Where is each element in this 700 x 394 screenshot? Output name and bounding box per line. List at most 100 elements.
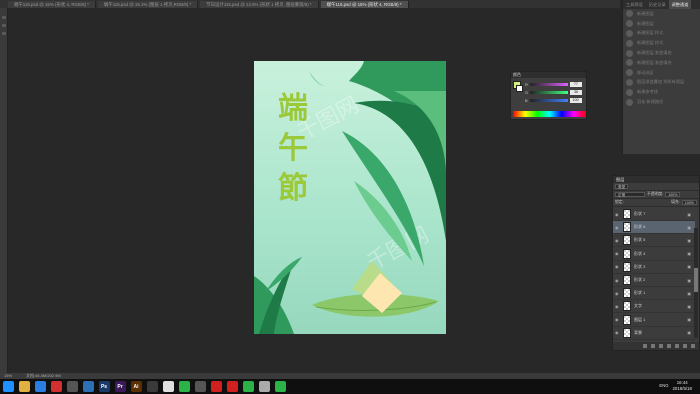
mask-icon[interactable] bbox=[659, 344, 663, 348]
layer-row[interactable]: ◉ 形状 6 ▣ bbox=[613, 221, 695, 235]
app7-icon[interactable] bbox=[274, 381, 286, 392]
app6-icon[interactable] bbox=[258, 381, 270, 392]
document-tab[interactable]: 节日设计115.psd @ 12.5% (形状 1 拷贝, 图层蒙版/8) * bbox=[200, 1, 319, 8]
history-item[interactable]: 羽化 新建路径 bbox=[623, 97, 700, 107]
lock-icon: ▣ bbox=[687, 251, 691, 257]
color-slider-r[interactable]: R 77 bbox=[525, 82, 582, 87]
history-item[interactable]: 移动选区 bbox=[623, 68, 700, 78]
color-spectrum[interactable] bbox=[513, 111, 586, 117]
opacity-input[interactable]: 100% bbox=[665, 192, 681, 197]
layer-name: 形状 5 bbox=[634, 237, 646, 243]
chrome-icon[interactable] bbox=[162, 381, 174, 392]
layer-row[interactable]: ◉ 文字 ▣ bbox=[613, 300, 695, 314]
color-value-field[interactable]: 77 bbox=[569, 82, 582, 87]
app4-icon[interactable] bbox=[226, 381, 238, 392]
blend-mode-select[interactable]: 正常 bbox=[615, 192, 645, 197]
photoshop-icon[interactable]: Ps bbox=[98, 381, 110, 392]
tool-icon[interactable] bbox=[2, 16, 6, 19]
color-value-field[interactable]: 100 bbox=[569, 98, 582, 103]
taskbar: Ps Pr Ai ENG 16:44 2018/5/18 bbox=[0, 379, 700, 394]
history-item[interactable]: 图层渐变叠加 到所有图层 bbox=[623, 78, 700, 88]
layer-row[interactable]: ◉ 形状 4 ▣ bbox=[613, 248, 695, 261]
background-swatch[interactable] bbox=[516, 85, 523, 92]
app5-icon[interactable] bbox=[242, 381, 254, 392]
media-icon[interactable] bbox=[50, 381, 62, 392]
layer-thumbnail bbox=[623, 235, 631, 246]
tool-icon[interactable] bbox=[2, 24, 6, 27]
history-item[interactable]: 新建图层 样式 bbox=[623, 38, 700, 48]
clock[interactable]: 16:44 2018/5/18 bbox=[672, 380, 692, 391]
visibility-eye-icon[interactable]: ◉ bbox=[615, 291, 620, 296]
visibility-eye-icon[interactable]: ◉ bbox=[615, 304, 620, 309]
history-item[interactable]: 新建图层 渐变填充 bbox=[623, 48, 700, 58]
layer-row[interactable]: ◉ 图层 1 ▣ bbox=[613, 314, 695, 327]
layer-row[interactable]: ◉ 背景 ▣ bbox=[613, 327, 695, 340]
color-slider-bar[interactable] bbox=[530, 91, 569, 94]
document-canvas[interactable]: 千图网 千图网 端 午 節 bbox=[254, 61, 446, 334]
layer-row[interactable]: ◉ 形状 1 ▣ bbox=[613, 287, 695, 301]
document-tab[interactable]: 端午115.psd @ 15% (形状 4, RGB/8) * bbox=[8, 1, 96, 8]
adjustment-icon[interactable] bbox=[667, 344, 671, 348]
layer-thumbnail bbox=[623, 261, 631, 272]
folder-icon[interactable] bbox=[675, 344, 679, 348]
layers-blend-row: 正常 不透明度: 100% bbox=[613, 191, 699, 199]
language-indicator[interactable]: ENG bbox=[659, 383, 668, 388]
fill-input[interactable]: 100% bbox=[681, 200, 697, 205]
link-icon[interactable] bbox=[643, 344, 647, 348]
visibility-eye-icon[interactable]: ◉ bbox=[615, 317, 620, 322]
app3-icon[interactable] bbox=[194, 381, 206, 392]
document-tab-active[interactable]: 端午115.psd @ 15% (形状 4, RGB/8) * bbox=[320, 1, 409, 8]
visibility-eye-icon[interactable]: ◉ bbox=[615, 264, 620, 269]
color-slider-g[interactable]: G 36 bbox=[525, 90, 583, 95]
history-item[interactable]: 新建图层 渐变填充 bbox=[623, 58, 700, 68]
visibility-eye-icon[interactable]: ◉ bbox=[615, 330, 620, 335]
layers-scrollbar[interactable] bbox=[694, 228, 698, 338]
lock-icon: ▣ bbox=[687, 211, 691, 217]
visibility-eye-icon[interactable]: ◉ bbox=[615, 278, 620, 283]
fx-icon[interactable] bbox=[651, 344, 655, 348]
color-slider-b[interactable]: B 100 bbox=[525, 98, 582, 103]
history-item[interactable]: 新建图层 bbox=[623, 19, 700, 29]
layer-kind-filter[interactable]: 类型 bbox=[615, 184, 629, 189]
visibility-eye-icon[interactable]: ◉ bbox=[615, 238, 620, 243]
title-char: 端 bbox=[278, 91, 308, 126]
premiere-icon[interactable]: Pr bbox=[114, 381, 126, 392]
layer-row[interactable]: ◉ 形状 5 ▣ bbox=[613, 234, 695, 248]
history-item[interactable]: 新建图层 样式 bbox=[623, 29, 700, 39]
visibility-eye-icon[interactable]: ◉ bbox=[615, 225, 620, 230]
history-item[interactable]: 新建参考线 bbox=[623, 87, 700, 97]
scrollbar-thumb[interactable] bbox=[694, 268, 698, 292]
app-icon[interactable] bbox=[66, 381, 78, 392]
title-char: 節 bbox=[278, 171, 308, 206]
illustrator-icon[interactable]: Ai bbox=[130, 381, 142, 392]
windows-icon[interactable] bbox=[2, 381, 14, 392]
panel-tab[interactable]: 工具预设 bbox=[623, 0, 646, 9]
file-explorer-icon[interactable] bbox=[18, 381, 30, 392]
history-item[interactable]: 新建图层 bbox=[623, 9, 700, 19]
wechat-icon[interactable] bbox=[178, 381, 190, 392]
color-slider-bar[interactable] bbox=[529, 99, 568, 102]
new-layer-icon[interactable] bbox=[683, 344, 687, 348]
store-icon[interactable] bbox=[82, 381, 94, 392]
browser-icon[interactable] bbox=[34, 381, 46, 392]
app2-icon[interactable] bbox=[146, 381, 158, 392]
visibility-eye-icon[interactable]: ◉ bbox=[615, 212, 620, 217]
document-tab[interactable]: 端午115.psd @ 15.1% (图层 1 拷贝,RGB/8) * bbox=[97, 1, 199, 8]
layer-thumbnail bbox=[623, 248, 631, 259]
lock-label: 锁定: bbox=[615, 200, 624, 204]
acrobat-icon[interactable] bbox=[210, 381, 222, 392]
layer-row[interactable]: ◉ 形状 3 ▣ bbox=[613, 261, 695, 274]
panel-tab[interactable]: 历史记录 bbox=[646, 0, 669, 9]
layer-row[interactable]: ◉ 形状 2 ▣ bbox=[613, 274, 695, 287]
history-item-label: 新建图层 渐变填充 bbox=[637, 59, 672, 65]
history-item-label: 图层渐变叠加 到所有图层 bbox=[637, 79, 685, 85]
panel-tab-active[interactable]: 调整通道 bbox=[668, 0, 692, 9]
color-value-field[interactable]: 36 bbox=[570, 90, 583, 95]
visibility-eye-icon[interactable]: ◉ bbox=[615, 251, 620, 256]
color-slider-bar[interactable] bbox=[529, 83, 568, 86]
trash-icon[interactable] bbox=[691, 344, 695, 348]
color-panel-title: 颜色 bbox=[511, 72, 586, 78]
tool-icon[interactable] bbox=[2, 32, 6, 35]
layer-row[interactable]: ◉ 形状 7 ▣ bbox=[613, 208, 695, 221]
document-tab-bar: 端午115.psd @ 15% (形状 4, RGB/8) * 端午115.ps… bbox=[0, 0, 620, 8]
